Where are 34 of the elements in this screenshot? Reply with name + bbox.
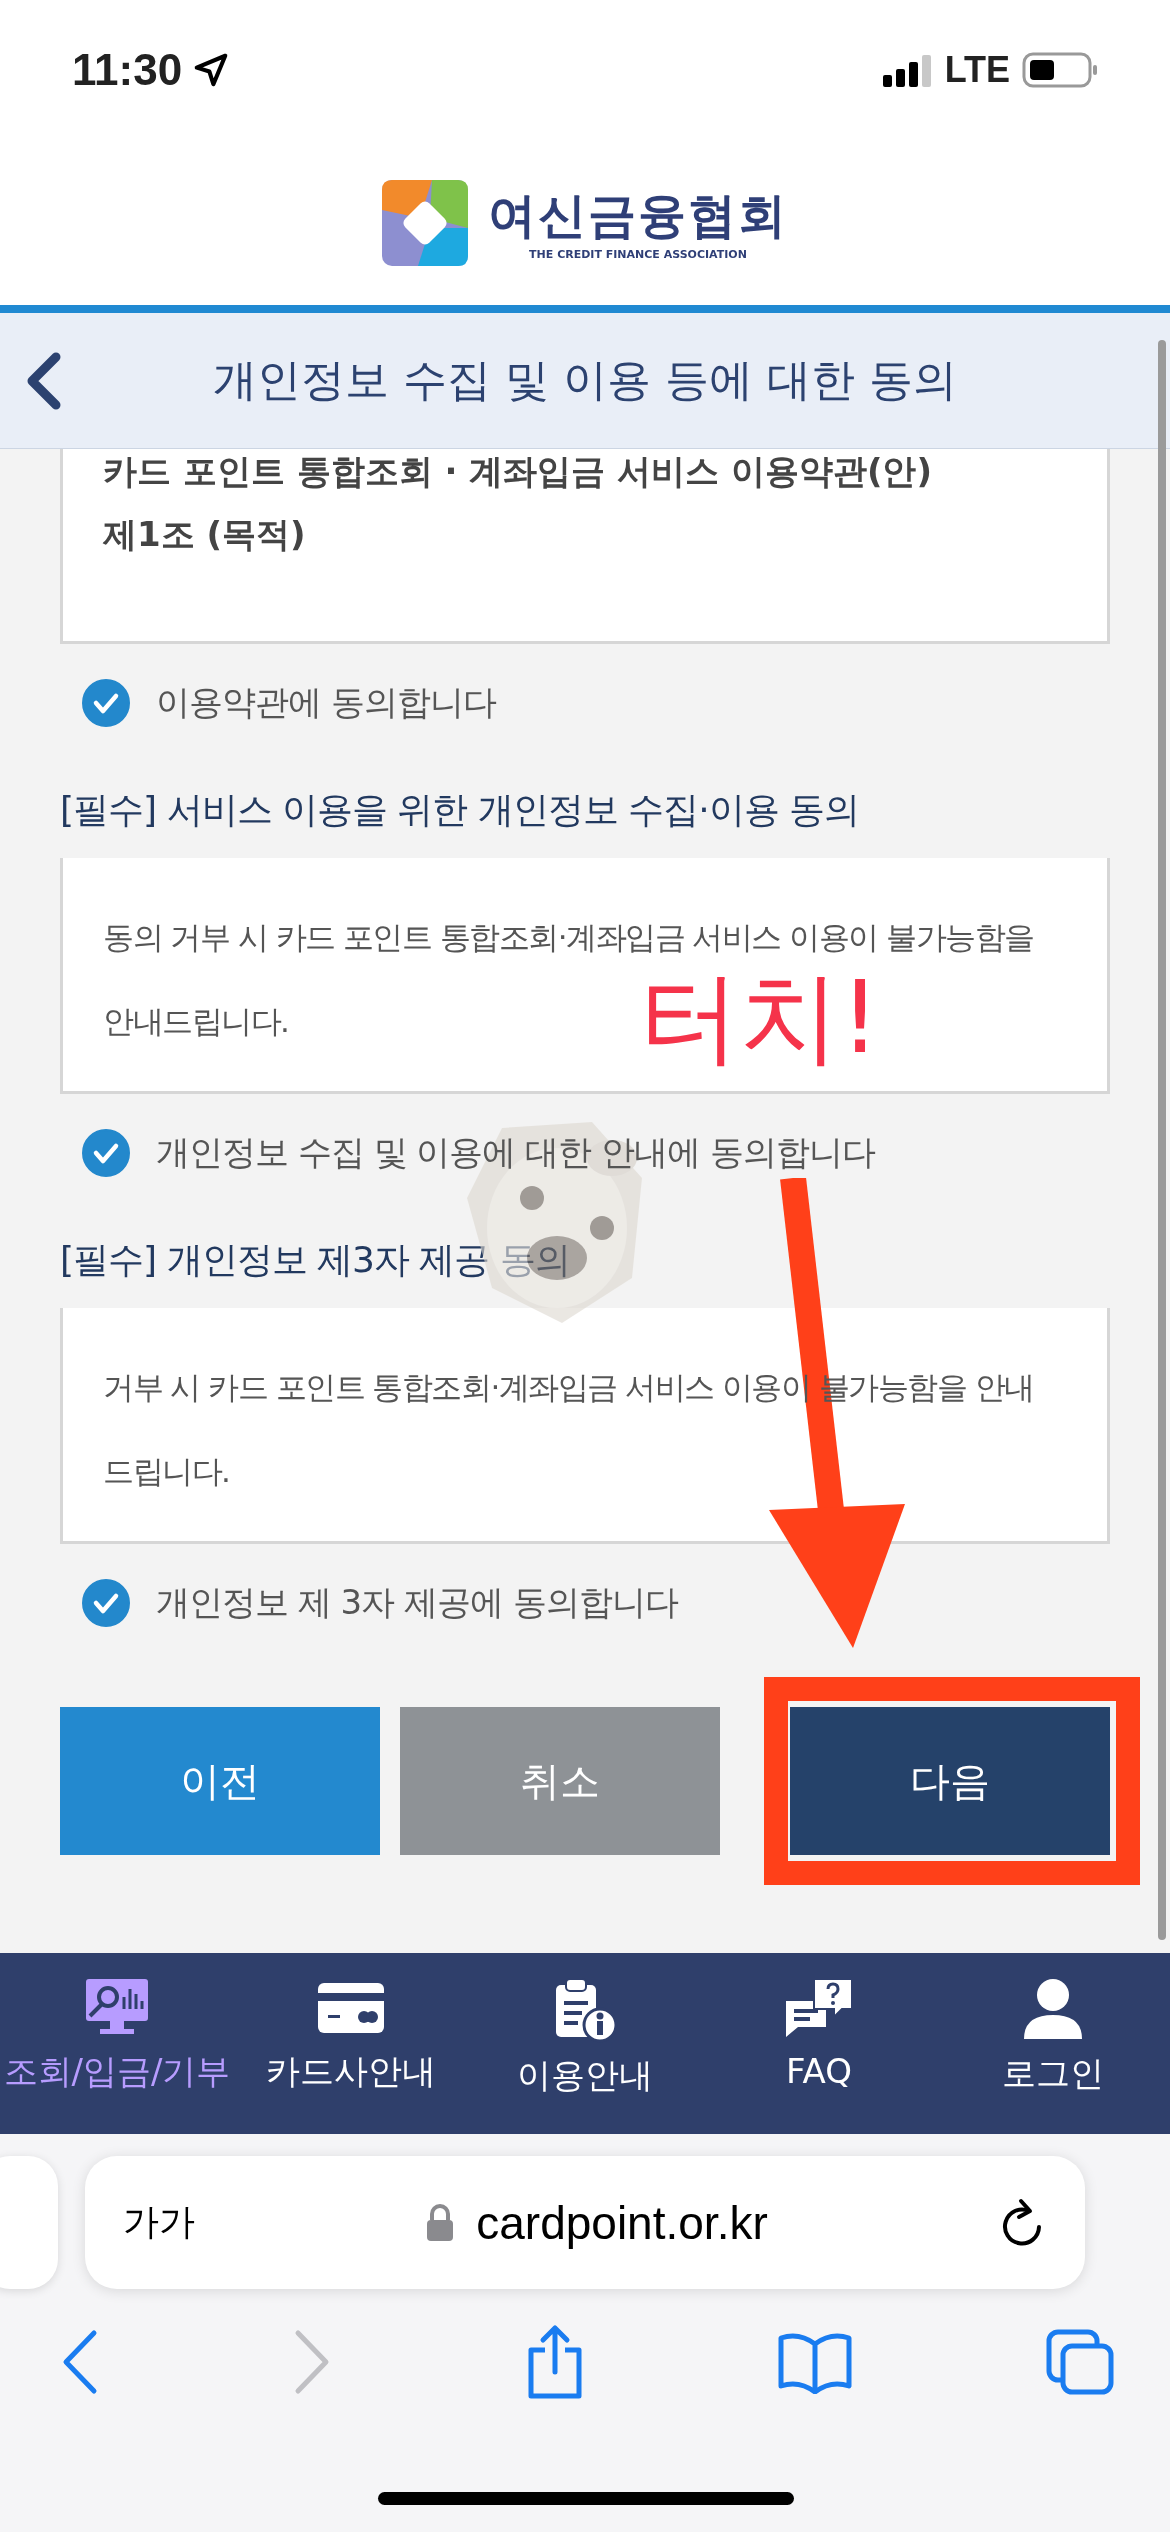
text-size-button[interactable]: 가가 xyxy=(123,2198,195,2247)
status-time: 11:30 xyxy=(72,45,183,95)
nav-item[interactable]: 이용안내 xyxy=(475,1977,695,2134)
brand-name: 여신금융협회 xyxy=(488,186,788,245)
battery-icon xyxy=(1022,51,1098,89)
brand-subtitle: THE CREDIT FINANCE ASSOCIATION xyxy=(529,248,747,261)
nav-item[interactable]: FAQ xyxy=(709,1977,929,2134)
signal-icon xyxy=(882,53,933,87)
action-button[interactable]: 이전 xyxy=(60,1707,380,1855)
url-text: cardpoint.or.kr xyxy=(476,2195,768,2250)
address-bar[interactable]: 가가 cardpoint.or.kr xyxy=(85,2156,1085,2289)
terms-text: 동의 거부 시 카드 포인트 통합조회·계좌입금 서비스 이용이 불가능함을 xyxy=(103,918,1034,957)
page-title: 개인정보 수집 및 이용 등에 대한 동의 xyxy=(213,353,957,407)
action-button[interactable]: 다음 xyxy=(790,1707,1110,1855)
agreement-label: 개인정보 제 3자 제공에 동의합니다 xyxy=(156,1581,678,1624)
section-title: [필수] 개인정보 제3자 제공 동의 xyxy=(60,1237,571,1282)
section-title: [필수] 서비스 이용을 위한 개인정보 수집·이용 동의 xyxy=(60,787,861,832)
terms-text: 안내드립니다. xyxy=(103,1002,289,1041)
terms-text: 드립니다. xyxy=(103,1452,230,1491)
agreement-label: 개인정보 수집 및 이용에 대한 안내에 동의합니다 xyxy=(156,1131,875,1174)
nav-item[interactable]: 로그인 xyxy=(943,1977,1163,2134)
nav-item[interactable]: 조회/입금/기부 xyxy=(7,1977,227,2134)
lock-icon xyxy=(426,2203,455,2242)
checkbox[interactable] xyxy=(82,679,130,727)
nav-item[interactable]: 카드사안내 xyxy=(241,1977,461,2134)
tabs-icon[interactable] xyxy=(1045,2328,1115,2396)
checkbox[interactable] xyxy=(82,1129,130,1177)
agreement-label: 이용약관에 동의합니다 xyxy=(156,681,496,724)
annotation-text: 터치! xyxy=(640,968,881,1068)
network-label: LTE xyxy=(944,49,1010,91)
terms-text: 제1조 (목적) xyxy=(103,513,306,556)
logo-icon xyxy=(382,179,468,266)
checkbox[interactable] xyxy=(82,1579,130,1627)
terms-text: 카드 포인트 통합조회 · 계좌입금 서비스 이용약관(안) xyxy=(103,450,932,493)
